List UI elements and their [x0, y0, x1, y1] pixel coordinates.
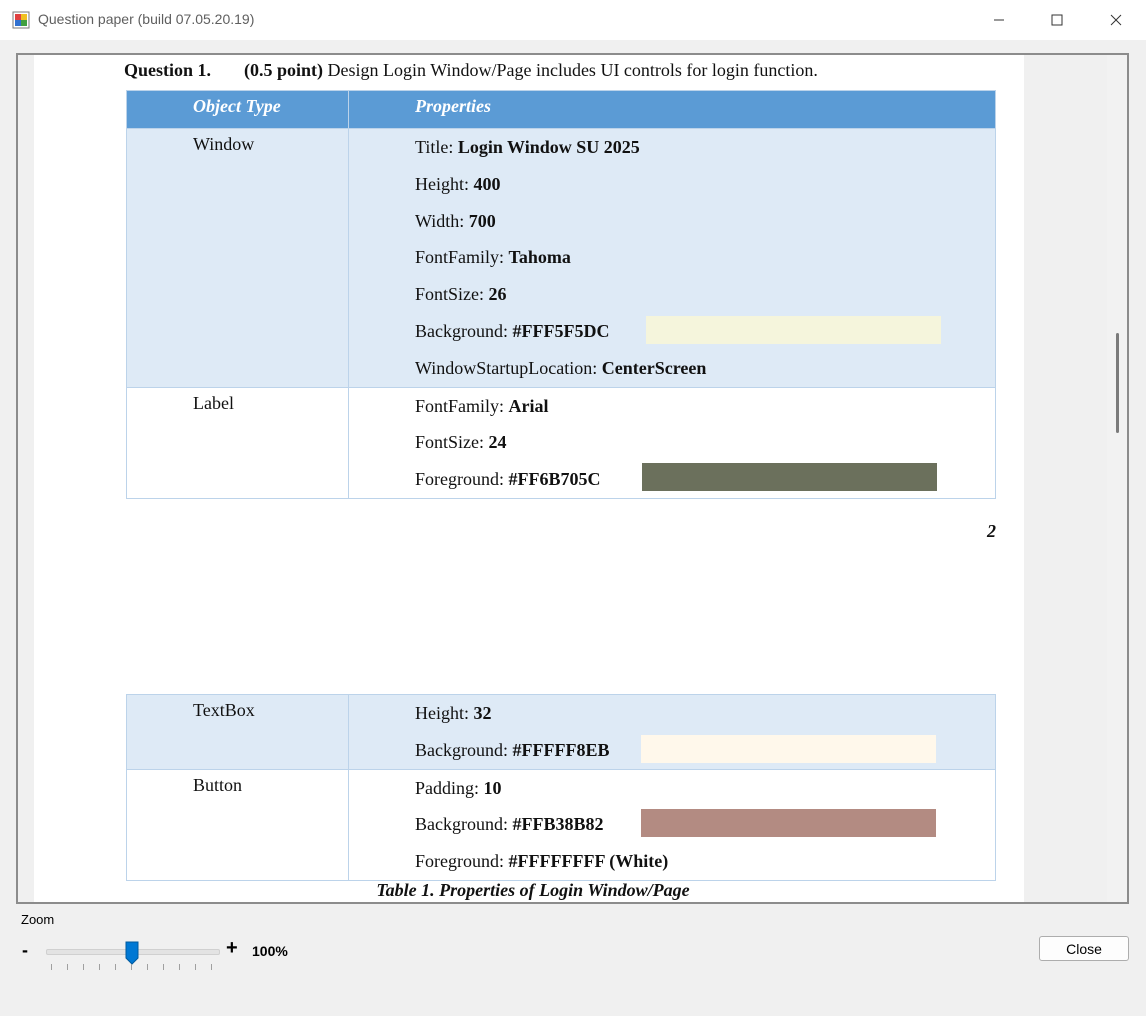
property-line: WindowStartupLocation: CenterScreen [415, 357, 707, 378]
maximize-icon [1051, 14, 1063, 26]
properties-cell: Height: 32 Background: #FFFFF8EB [348, 694, 996, 770]
question-label: Question 1. [124, 60, 212, 80]
table-header-row: Object Type Properties [126, 90, 996, 129]
app-icon [12, 11, 30, 29]
property-line: Height: 32 [415, 703, 492, 723]
question-heading: Question 1. (0.5 point) Design Login Win… [124, 60, 818, 81]
property-line: Height: 400 [415, 173, 501, 194]
object-type-cell: Label [126, 386, 349, 499]
zoom-slider-thumb[interactable] [125, 941, 139, 965]
question-points: (0.5 point) [244, 60, 324, 80]
window-title: Question paper (build 07.05.20.19) [38, 11, 255, 27]
vertical-scrollbar[interactable] [1107, 55, 1127, 902]
object-type-cell: Button [126, 768, 349, 881]
zoom-percentage: 100% [252, 943, 288, 959]
zoom-minus-label: - [22, 940, 28, 960]
property-line: Foreground: #FF6B705C [349, 461, 995, 498]
header-properties: Properties [348, 90, 996, 129]
properties-cell: Title: Login Window SU 2025 Height: 400 … [348, 128, 996, 388]
minimize-button[interactable] [970, 0, 1028, 40]
table-row: Label FontFamily: Arial FontSize: 24 For… [126, 386, 996, 499]
page-number: 2 [987, 521, 996, 541]
object-type-cell: Window [126, 128, 349, 388]
question-text: Design Login Window/Page includes UI con… [327, 60, 818, 80]
document-viewer[interactable]: Question 1. (0.5 point) Design Login Win… [16, 53, 1129, 904]
properties-table-part2: TextBox Height: 32 Background: #FFFFF8EB… [126, 694, 996, 881]
minimize-icon [994, 19, 1004, 21]
scrollbar-thumb[interactable] [1116, 333, 1119, 433]
table-row: Window Title: Login Window SU 2025 Heigh… [126, 128, 996, 388]
header-object-type: Object Type [126, 90, 349, 129]
property-line: FontFamily: Tahoma [415, 247, 571, 268]
properties-cell: FontFamily: Arial FontSize: 24 Foregroun… [348, 386, 996, 499]
zoom-plus-label: + [226, 937, 238, 959]
property-line: Padding: 10 [415, 777, 502, 798]
property-line: Width: 700 [415, 210, 496, 231]
color-swatch-textbox-background [641, 734, 936, 763]
color-swatch-button-background [641, 809, 936, 838]
property-line: FontFamily: Arial [415, 395, 549, 416]
property-line: Background: #FFFFF8EB [349, 732, 995, 769]
property-line: Background: #FFF5F5DC [349, 313, 995, 350]
close-button[interactable]: Close [1039, 936, 1129, 961]
document-page: Question 1. (0.5 point) Design Login Win… [34, 55, 1024, 902]
zoom-label: Zoom [21, 912, 55, 927]
property-line: Foreground: #FFFFFFFF (White) [415, 851, 669, 872]
color-swatch-window-background [646, 315, 941, 344]
properties-table-part1: Object Type Properties Window Title: Log… [126, 90, 996, 499]
maximize-button[interactable] [1028, 0, 1086, 40]
property-line: Title: Login Window SU 2025 [415, 137, 640, 157]
property-line: FontSize: 24 [415, 432, 507, 453]
table-row: TextBox Height: 32 Background: #FFFFF8EB [126, 694, 996, 770]
color-swatch-label-foreground [642, 463, 937, 492]
table-caption: Table 1. Properties of Login Window/Page [376, 880, 690, 900]
property-line: FontSize: 26 [415, 284, 507, 305]
close-window-button[interactable] [1087, 0, 1145, 40]
title-bar: Question paper (build 07.05.20.19) [0, 0, 1146, 40]
properties-cell: Padding: 10 Background: #FFB38B82 Foregr… [348, 768, 996, 881]
property-line: Background: #FFB38B82 [349, 806, 995, 843]
table-row: Button Padding: 10 Background: #FFB38B82… [126, 768, 996, 881]
close-icon [1110, 14, 1122, 26]
object-type-cell: TextBox [126, 694, 349, 770]
